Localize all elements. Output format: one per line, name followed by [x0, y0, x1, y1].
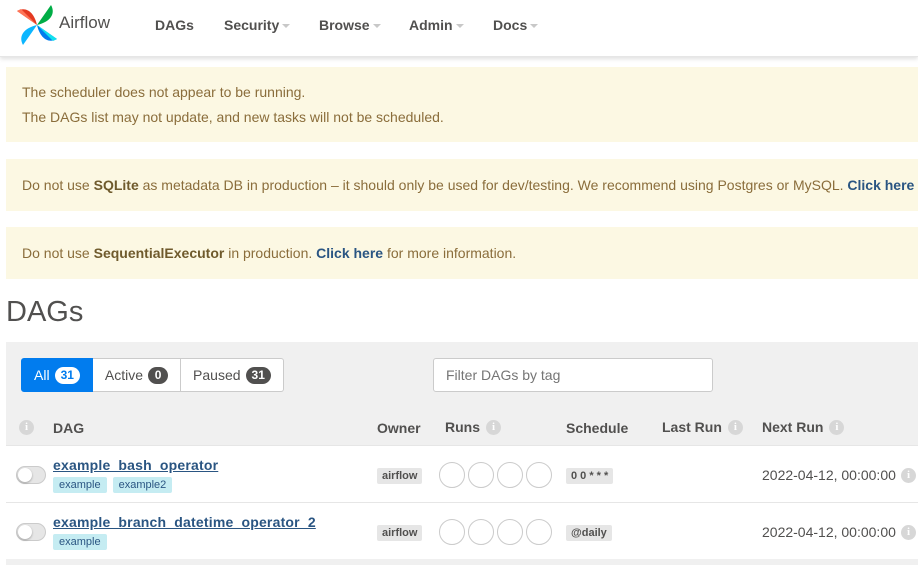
filter-paused-button[interactable]: Paused 31 [181, 358, 284, 392]
dag-tags: example example2 [53, 477, 173, 493]
nav-security[interactable]: Security [224, 17, 291, 33]
scheduler-alert: The scheduler does not appear to be runn… [6, 67, 918, 142]
dag-column-header[interactable]: DAG [53, 420, 84, 436]
info-icon[interactable]: i [486, 419, 501, 435]
nav-security-label: Security [224, 17, 280, 33]
filter-all-count: 31 [54, 366, 80, 384]
airflow-logo-link[interactable]: Airflow [14, 1, 110, 49]
filter-active-count: 0 [148, 366, 169, 384]
nav-dags[interactable]: DAGs [155, 17, 194, 33]
nav-dags-label: DAGs [155, 17, 194, 33]
sqlite-alert-pre: Do not use [22, 177, 94, 193]
nav-admin[interactable]: Admin [409, 17, 464, 33]
last-run-column-header: Last Run i [662, 419, 743, 435]
next-run-column-header: Next Run i [762, 419, 845, 435]
executor-alert-text: Do not use SequentialExecutor in product… [22, 245, 516, 261]
nav-browse[interactable]: Browse [319, 17, 381, 33]
tag-filter-input[interactable] [433, 358, 713, 392]
dag-tag[interactable]: example [53, 477, 107, 493]
dag-tag[interactable]: example [53, 534, 107, 550]
airflow-pinwheel-icon [17, 5, 57, 45]
executor-alert-pre: Do not use [22, 245, 94, 261]
dag-pause-toggle[interactable] [16, 523, 46, 541]
schedule-column-header[interactable]: Schedule [566, 420, 628, 436]
next-run-value: 2022-04-12, 00:00:00 [762, 467, 896, 483]
nav-admin-label: Admin [409, 17, 453, 33]
last-run-header-label[interactable]: Last Run [662, 419, 722, 435]
info-icon[interactable]: i [901, 525, 916, 540]
sqlite-alert-mid: as metadata DB in production – it should… [138, 177, 848, 193]
info-icon[interactable]: i [727, 419, 743, 435]
executor-alert-post: for more information. [383, 245, 517, 261]
status-filter-group: All 31 Active 0 Paused 31 [21, 358, 284, 392]
table-row: example_branch_datetime_operator_2 examp… [6, 502, 918, 559]
executor-alert: Do not use SequentialExecutor in product… [6, 227, 918, 279]
run-state-circle[interactable] [468, 519, 494, 545]
sqlite-alert: Do not use SQLite as metadata DB in prod… [6, 159, 918, 211]
chevron-down-icon [455, 24, 464, 28]
nav-docs[interactable]: Docs [493, 17, 539, 33]
filter-paused-label: Paused [193, 367, 241, 383]
nav-docs-label: Docs [493, 17, 528, 33]
info-icon[interactable]: i [19, 420, 34, 435]
next-run-value: 2022-04-12, 00:00:00 [762, 524, 896, 540]
page-title: DAGs [6, 296, 84, 328]
dag-runs [439, 519, 552, 545]
dag-tag[interactable]: example2 [112, 477, 173, 493]
nav-browse-label: Browse [319, 17, 370, 33]
scheduler-alert-line1: The scheduler does not appear to be runn… [22, 84, 306, 100]
run-state-circle[interactable] [468, 462, 494, 488]
brand-name: Airflow [59, 13, 111, 32]
sqlite-alert-text: Do not use SQLite as metadata DB in prod… [22, 177, 914, 193]
filter-all-label: All [34, 367, 50, 383]
dag-runs [439, 462, 552, 488]
executor-click-here-link[interactable]: Click here [316, 245, 383, 261]
dag-id-link[interactable]: example_bash_operator [53, 457, 218, 473]
dag-id-link[interactable]: example_branch_datetime_operator_2 [53, 514, 316, 530]
dag-tags: example [53, 534, 107, 550]
owner-label[interactable]: airflow [377, 468, 423, 484]
chevron-down-icon [530, 24, 539, 28]
run-state-circle[interactable] [526, 462, 552, 488]
dag-pause-toggle[interactable] [16, 466, 46, 484]
chevron-down-icon [372, 24, 381, 28]
executor-alert-strong: SequentialExecutor [93, 245, 225, 261]
runs-header-label: Runs [445, 419, 480, 435]
dags-panel: All 31 Active 0 Paused 31 i DAG Owner Ru… [6, 342, 918, 565]
chevron-down-icon [282, 24, 291, 28]
owner-column-header[interactable]: Owner [377, 420, 421, 436]
schedule-label[interactable]: 0 0 * * * [566, 468, 614, 484]
info-icon[interactable]: i [829, 419, 845, 435]
run-state-circle[interactable] [439, 519, 465, 545]
table-row: example_bash_operator example example2 a… [6, 445, 918, 502]
runs-column-header: Runs i [445, 419, 501, 435]
scheduler-alert-line2: The DAGs list may not update, and new ta… [22, 109, 444, 125]
next-run-header-label[interactable]: Next Run [762, 419, 823, 435]
run-state-circle[interactable] [526, 519, 552, 545]
owner-label[interactable]: airflow [377, 525, 423, 541]
schedule-label[interactable]: @daily [566, 525, 612, 541]
toggle-header: i [19, 420, 34, 435]
run-state-circle[interactable] [439, 462, 465, 488]
filter-active-label: Active [104, 367, 144, 383]
sqlite-alert-strong: SQLite [93, 177, 139, 193]
filter-all-button[interactable]: All 31 [21, 358, 93, 392]
info-icon[interactable]: i [901, 468, 916, 483]
filter-paused-count: 31 [245, 366, 271, 384]
executor-alert-mid: in production. [224, 245, 317, 261]
run-state-circle[interactable] [497, 462, 523, 488]
sqlite-click-here-link[interactable]: Click here [847, 177, 914, 193]
filter-active-button[interactable]: Active 0 [92, 358, 182, 392]
top-navbar: Airflow DAGs Security Browse Admin Docs [0, 0, 918, 57]
run-state-circle[interactable] [497, 519, 523, 545]
